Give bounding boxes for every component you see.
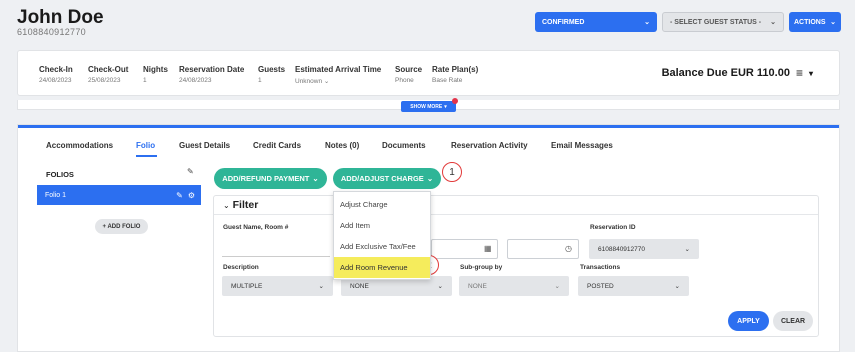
edit-icon[interactable]: ✎ <box>176 191 183 200</box>
clear-button[interactable]: CLEAR <box>773 311 813 331</box>
reservation-id-select[interactable]: 6108840912770 ⌄ <box>589 239 699 259</box>
menu-item-add-exclusive-tax[interactable]: Add Exclusive Tax/Fee <box>334 236 430 257</box>
apply-button[interactable]: APPLY <box>728 311 769 331</box>
reservation-info-card: Check-In 24/08/2023 Check-Out 25/08/2023… <box>17 50 840 96</box>
chevron-down-icon: ⌄ <box>770 19 776 26</box>
callout-marker-1: 1 <box>442 162 462 182</box>
chevron-down-icon: ⌄ <box>437 283 443 290</box>
chevron-down-icon: ▾ <box>808 68 813 78</box>
chevron-down-icon: ⌄ <box>312 174 319 183</box>
add-adjust-charge-button[interactable]: ADD/ADJUST CHARGE ⌄ <box>333 168 441 189</box>
source-info: Source Phone <box>395 65 423 84</box>
reservation-date-info: Reservation Date 24/08/2023 <box>179 65 245 84</box>
chevron-down-icon: ⌄ <box>318 283 324 290</box>
notification-dot <box>452 98 458 104</box>
menu-icon: ≡ <box>795 66 803 80</box>
tab-credit-cards[interactable]: Credit Cards <box>253 141 301 150</box>
folios-title: FOLIOS <box>46 170 74 179</box>
chevron-down-icon: ⌄ <box>674 283 680 290</box>
checkout-info: Check-Out 25/08/2023 <box>88 65 129 84</box>
reservation-status-select[interactable]: CONFIRMED ⌄ <box>535 12 657 32</box>
clock-icon[interactable]: ◷ <box>565 244 572 253</box>
add-refund-payment-button[interactable]: ADD/REFUND PAYMENT ⌄ <box>214 168 327 189</box>
chevron-down-icon: ⌄ <box>223 201 230 210</box>
guests-info: Guests 1 <box>258 65 286 84</box>
menu-item-adjust-charge[interactable]: Adjust Charge <box>334 194 430 215</box>
tab-accommodations[interactable]: Accommodations <box>46 141 113 150</box>
chevron-down-icon: ⌄ <box>554 283 560 290</box>
balance-due[interactable]: Balance Due EUR 110.00 ≡ ▾ <box>662 66 813 80</box>
guest-name-label: Guest Name, Room # <box>223 224 289 231</box>
menu-item-add-item[interactable]: Add Item <box>334 215 430 236</box>
tab-guest-details[interactable]: Guest Details <box>179 141 230 150</box>
reservation-number: 6108840912770 <box>17 27 86 37</box>
chevron-down-icon: ⌄ <box>684 246 690 253</box>
active-tab-indicator <box>136 155 157 157</box>
chevron-down-icon: ⌄ <box>323 78 330 85</box>
show-more-button[interactable]: SHOW MORE ▾ <box>401 101 456 112</box>
actions-label: ACTIONS <box>794 18 826 26</box>
status-label: CONFIRMED <box>542 18 585 26</box>
reservation-id-label: Reservation ID <box>590 224 636 231</box>
tab-reservation-activity[interactable]: Reservation Activity <box>451 141 528 150</box>
transactions-select[interactable]: POSTED ⌄ <box>578 276 689 296</box>
arrival-time-info[interactable]: Estimated Arrival Time Unknown ⌄ <box>295 65 381 85</box>
tab-documents[interactable]: Documents <box>382 141 426 150</box>
settings-icon[interactable]: ⚙ <box>188 191 195 200</box>
chevron-down-icon: ⌄ <box>644 19 650 26</box>
description-label: Description <box>223 264 259 271</box>
guest-name-input[interactable] <box>222 256 330 257</box>
filter-divider <box>214 214 818 215</box>
filter-title[interactable]: ⌄ Filter <box>223 199 258 211</box>
chevron-down-icon: ⌄ <box>830 19 836 26</box>
rate-plan-info: Rate Plan(s) Base Rate <box>432 65 479 84</box>
panel-accent-bar <box>18 125 839 128</box>
edit-icon[interactable]: ✎ <box>187 167 194 176</box>
menu-item-add-room-revenue[interactable]: Add Room Revenue <box>334 257 430 278</box>
checkin-info: Check-In 24/08/2023 <box>39 65 73 84</box>
guest-status-label: - SELECT GUEST STATUS - <box>670 18 762 26</box>
chevron-down-icon: ▾ <box>444 103 447 110</box>
reservation-header: John Doe 6108840912770 CONFIRMED ⌄ - SEL… <box>0 0 855 46</box>
tab-folio[interactable]: Folio <box>136 141 155 150</box>
guest-name: John Doe <box>17 7 104 28</box>
tab-notes[interactable]: Notes (0) <box>325 141 359 150</box>
balance-due-label: Balance Due EUR 110.00 <box>661 67 790 79</box>
chevron-down-icon: ⌄ <box>426 174 434 183</box>
nights-info: Nights 1 <box>143 65 168 84</box>
subgroup-label: Sub-group by <box>460 264 503 271</box>
calendar-icon[interactable]: ▦ <box>484 244 492 253</box>
folio-item[interactable]: Folio 1 ✎ ⚙ <box>37 185 201 205</box>
add-folio-button[interactable]: + ADD FOLIO <box>95 219 148 234</box>
guest-status-select[interactable]: - SELECT GUEST STATUS - ⌄ <box>662 12 784 32</box>
subgroup-select[interactable]: NONE ⌄ <box>459 276 569 296</box>
actions-button[interactable]: ACTIONS ⌄ <box>789 12 841 32</box>
add-charge-dropdown: Adjust Charge Add Item Add Exclusive Tax… <box>333 191 431 280</box>
transactions-label: Transactions <box>580 264 621 271</box>
tab-email-messages[interactable]: Email Messages <box>551 141 613 150</box>
folio-label: Folio 1 <box>45 191 67 199</box>
description-select[interactable]: MULTIPLE ⌄ <box>222 276 333 296</box>
